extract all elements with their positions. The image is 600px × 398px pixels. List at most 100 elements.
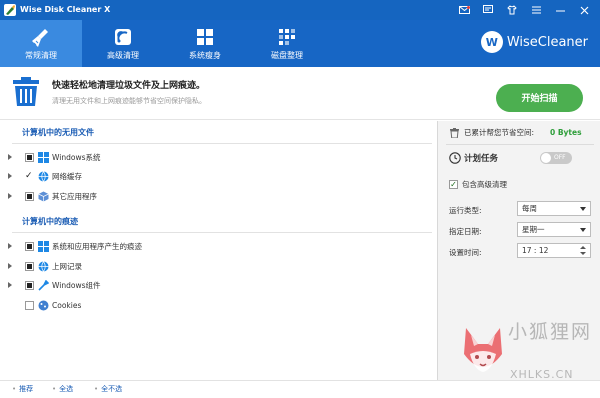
title-bar-controls [452,2,596,18]
tab-label: 高级清理 [107,51,139,60]
menu-icon[interactable] [524,2,548,18]
expand-arrow-icon[interactable] [8,173,12,179]
item-checkbox[interactable] [25,153,34,162]
list-item-browsing-history[interactable]: 上网记录 [0,260,420,274]
saved-space-row: 已累计帮您节省空间: 0 Bytes [450,127,600,139]
title-bar: Wise Disk Cleaner X [0,0,600,20]
broom-icon [32,29,48,47]
include-advanced-checkbox[interactable]: ✓ [449,180,458,189]
globe-icon [38,171,49,182]
tab-label: 磁盘整理 [271,51,303,60]
windows-icon [38,152,49,163]
section-divider [12,232,432,233]
expand-arrow-icon[interactable] [8,263,12,269]
section-divider [12,143,432,144]
recommended-link[interactable]: 推荐 [12,385,33,394]
item-label: Windows系统 [52,153,101,162]
minimize-icon[interactable] [548,2,572,18]
banner-subtitle: 清理无用文件和上网痕迹能够节省空间保护隐私。 [52,97,206,105]
list-item-cookies[interactable]: Cookies [0,299,420,313]
tab-common-clean[interactable]: 常规清理 [0,20,82,67]
wisecleaner-logo-icon: W [480,31,503,53]
clean-items-panel: 计算机中的无用文件 Windows系统 ✓ 网络缓存 其它应用程序 计算机中的痕… [0,121,437,380]
globe-icon [38,261,49,272]
include-advanced-row[interactable]: ✓ 包含高级清理 [449,179,589,191]
list-item-windows-system[interactable]: Windows系统 [0,151,420,165]
item-checkbox[interactable] [25,301,34,310]
window-title: Wise Disk Cleaner X [20,5,111,14]
time-input[interactable]: 17 : 12 [517,243,591,258]
spinner-arrows-icon[interactable] [580,246,586,256]
saved-space-value: 0 Bytes [550,128,582,137]
tab-disk-defrag[interactable]: 磁盘整理 [246,20,328,67]
list-item-system-app-traces[interactable]: 系统和应用程序产生的痕迹 [0,240,420,254]
time-label: 设置时间: [449,248,482,257]
windows-icon [197,29,213,45]
expand-arrow-icon[interactable] [8,154,12,160]
run-type-label: 运行类型: [449,206,482,215]
list-item-windows-components[interactable]: Windows组件 [0,279,420,293]
item-checkbox[interactable] [25,281,34,290]
banner-title: 快速轻松地清理垃圾文件及上网痕迹。 [52,81,206,91]
magnet-icon [115,29,131,45]
item-checkbox[interactable] [25,262,34,271]
tab-label: 系统瘦身 [189,51,221,60]
item-label: Cookies [52,301,82,310]
defrag-icon [279,29,295,45]
fox-logo-icon [464,328,502,372]
watermark-text: 小狐狸网 [508,321,593,343]
date-value: 星期一 [522,225,545,234]
close-icon[interactable] [572,2,596,18]
section-title-traces: 计算机中的痕迹 [22,217,78,226]
toggle-knob [541,153,551,163]
tab-advanced-clean[interactable]: 高级清理 [82,20,164,67]
main-toolbar: 常规清理 高级清理 系统瘦身 磁盘整理 W WiseCleaner [0,20,600,67]
include-advanced-label: 包含高级清理 [462,180,507,189]
feedback-icon[interactable] [476,2,500,18]
item-label: 其它应用程序 [52,192,97,201]
time-value: 17 : 12 [522,246,549,255]
list-item-other-apps[interactable]: 其它应用程序 [0,190,420,204]
component-icon [38,280,49,291]
chevron-down-icon [580,228,586,232]
section-title-junk-files: 计算机中的无用文件 [22,128,94,137]
cube-icon [38,191,49,202]
windows-icon [38,241,49,252]
tab-label: 常规清理 [25,51,57,60]
item-checkbox[interactable] [25,242,34,251]
expand-arrow-icon[interactable] [8,193,12,199]
start-scan-button[interactable]: 开始扫描 [496,84,583,112]
item-label: 上网记录 [52,262,82,271]
mail-icon[interactable] [452,2,476,18]
date-label: 指定日期: [449,227,482,236]
clock-icon [449,152,461,164]
select-all-link[interactable]: 全选 [52,385,73,394]
item-checkbox[interactable]: ✓ [25,172,34,181]
trash-icon [13,77,39,106]
tab-system-slim[interactable]: 系统瘦身 [164,20,246,67]
schedule-toggle[interactable]: OFF [540,152,572,164]
item-label: Windows组件 [52,281,101,290]
item-checkbox[interactable] [25,192,34,201]
chevron-down-icon [580,207,586,211]
app-logo-icon [4,4,16,16]
select-none-link[interactable]: 全不选 [94,385,122,394]
shirt-icon[interactable] [500,2,524,18]
run-type-value: 每周 [522,204,537,213]
brand-name: WiseCleaner [506,34,588,50]
toggle-state: OFF [554,154,566,161]
list-item-web-cache[interactable]: ✓ 网络缓存 [0,170,420,184]
date-select[interactable]: 星期一 [517,222,591,237]
expand-arrow-icon[interactable] [8,243,12,249]
cookie-icon [38,300,49,311]
saved-space-label: 已累计帮您节省空间: [464,128,535,137]
brand-logo: W WiseCleaner [480,31,588,53]
expand-arrow-icon[interactable] [8,282,12,288]
trash-small-icon [450,128,459,138]
item-label: 系统和应用程序产生的痕迹 [52,242,142,251]
schedule-title: 计划任务 [464,154,499,164]
watermark-url: XHLKS.CN [510,368,574,381]
sidebar-divider [446,144,594,145]
run-type-select[interactable]: 每周 [517,201,591,216]
watermark: 小狐狸网 XHLKS.CN [458,318,600,392]
